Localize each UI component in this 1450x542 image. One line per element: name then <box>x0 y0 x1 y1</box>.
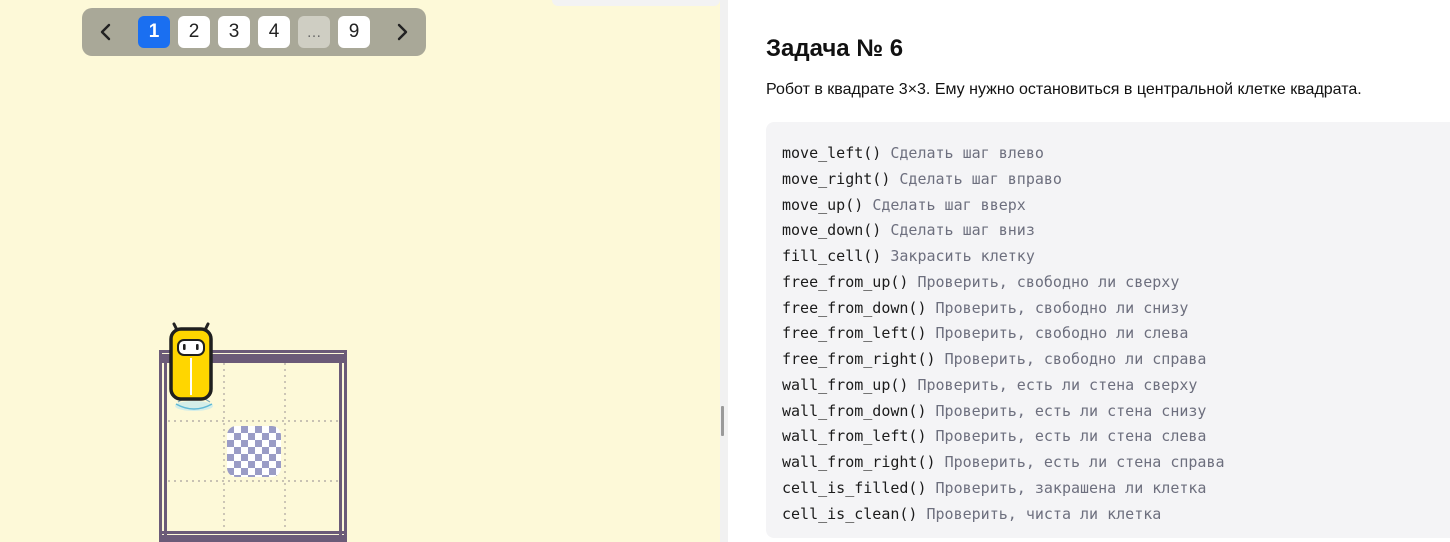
command-name: move_down() <box>782 221 882 240</box>
command-row: free_from_down() Проверить, свободно ли … <box>782 296 1450 322</box>
command-hint: Закрасить клетку <box>890 247 1035 265</box>
command-row: move_up() Сделать шаг вверх <box>782 193 1450 219</box>
command-hint: Проверить, закрашена ли клетка <box>935 478 1207 497</box>
command-row: wall_from_up() Проверить, есть ли стена … <box>782 373 1450 399</box>
command-name: free_from_up() <box>782 272 909 291</box>
command-name: cell_is_clean() <box>782 504 918 523</box>
command-hint: Проверить, свободно ли слева <box>935 324 1189 343</box>
command-hint: Проверить, чиста ли клетка <box>926 504 1162 523</box>
command-hint: Проверить, есть ли стена сверху <box>917 375 1198 394</box>
task-pager: 1 2 3 4 … 9 <box>82 8 426 56</box>
command-hint: Проверить, есть ли стена снизу <box>935 401 1207 420</box>
command-name: fill_cell() <box>782 247 882 265</box>
command-name: cell_is_filled() <box>782 478 927 497</box>
page-ellipsis-button[interactable]: … <box>298 16 330 48</box>
command-row: move_left() Сделать шаг влево <box>782 141 1450 167</box>
command-hint: Сделать шаг вправо <box>899 169 1062 188</box>
command-name: move_up() <box>782 195 864 214</box>
top-tab <box>552 0 720 6</box>
command-row: free_from_right() Проверить, свободно ли… <box>782 347 1450 373</box>
chevron-right-icon <box>397 23 408 41</box>
command-hint: Проверить, свободно ли справа <box>944 350 1207 368</box>
command-row: cell_is_filled() Проверить, закрашена ли… <box>782 476 1450 502</box>
command-name: wall_from_down() <box>782 401 927 420</box>
command-row: free_from_up() Проверить, свободно ли св… <box>782 270 1450 296</box>
command-row: wall_from_left() Проверить, есть ли стен… <box>782 424 1450 450</box>
command-hint: Проверить, есть ли стена справа <box>944 453 1225 471</box>
command-hint: Проверить, свободно ли сверху <box>917 272 1180 291</box>
prev-page-button[interactable] <box>90 16 122 48</box>
robot-icon <box>169 322 213 411</box>
command-hint: Сделать шаг вниз <box>890 221 1035 240</box>
task-description: Робот в квадрате 3×3. Ему нужно останови… <box>766 81 1362 98</box>
command-hint: Проверить, свободно ли снизу <box>935 298 1189 317</box>
command-hint: Сделать шаг вверх <box>872 195 1026 214</box>
next-page-button[interactable] <box>386 16 418 48</box>
page-button-9[interactable]: 9 <box>338 16 370 48</box>
command-name: wall_from_left() <box>782 427 927 446</box>
command-name: move_right() <box>782 169 891 188</box>
command-name: free_from_left() <box>782 324 927 343</box>
command-row: wall_from_down() Проверить, есть ли стен… <box>782 399 1450 425</box>
command-row: move_right() Сделать шаг вправо <box>782 167 1450 193</box>
command-hint: Проверить, есть ли стена слева <box>935 427 1207 446</box>
page-button-2[interactable]: 2 <box>178 16 210 48</box>
command-row: cell_is_clean() Проверить, чиста ли клет… <box>782 502 1450 528</box>
command-row: wall_from_right() Проверить, есть ли сте… <box>782 450 1450 476</box>
page-button-3[interactable]: 3 <box>218 16 250 48</box>
task-title: Задача № 6 <box>766 35 904 62</box>
command-name: free_from_right() <box>782 350 936 368</box>
target-cell-icon <box>227 426 281 477</box>
panel-splitter[interactable] <box>720 0 728 542</box>
command-name: wall_from_up() <box>782 375 909 394</box>
chevron-left-icon <box>100 23 111 41</box>
page-button-1[interactable]: 1 <box>138 16 170 48</box>
task-panel: Задача № 6 Робот в квадрате 3×3. Ему нуж… <box>728 0 1450 542</box>
command-name: move_left() <box>782 144 882 162</box>
page-button-4[interactable]: 4 <box>258 16 290 48</box>
command-row: free_from_left() Проверить, свободно ли … <box>782 321 1450 347</box>
command-hint: Сделать шаг влево <box>890 144 1044 162</box>
splitter-handle[interactable] <box>721 406 724 436</box>
command-name: free_from_down() <box>782 298 927 317</box>
game-field: 1 2 3 4 … 9 <box>0 0 720 542</box>
command-row: move_down() Сделать шаг вниз <box>782 218 1450 244</box>
command-name: wall_from_right() <box>782 453 936 471</box>
command-row: fill_cell() Закрасить клетку <box>782 244 1450 270</box>
command-reference: move_left() Сделать шаг влево move_right… <box>766 122 1450 538</box>
